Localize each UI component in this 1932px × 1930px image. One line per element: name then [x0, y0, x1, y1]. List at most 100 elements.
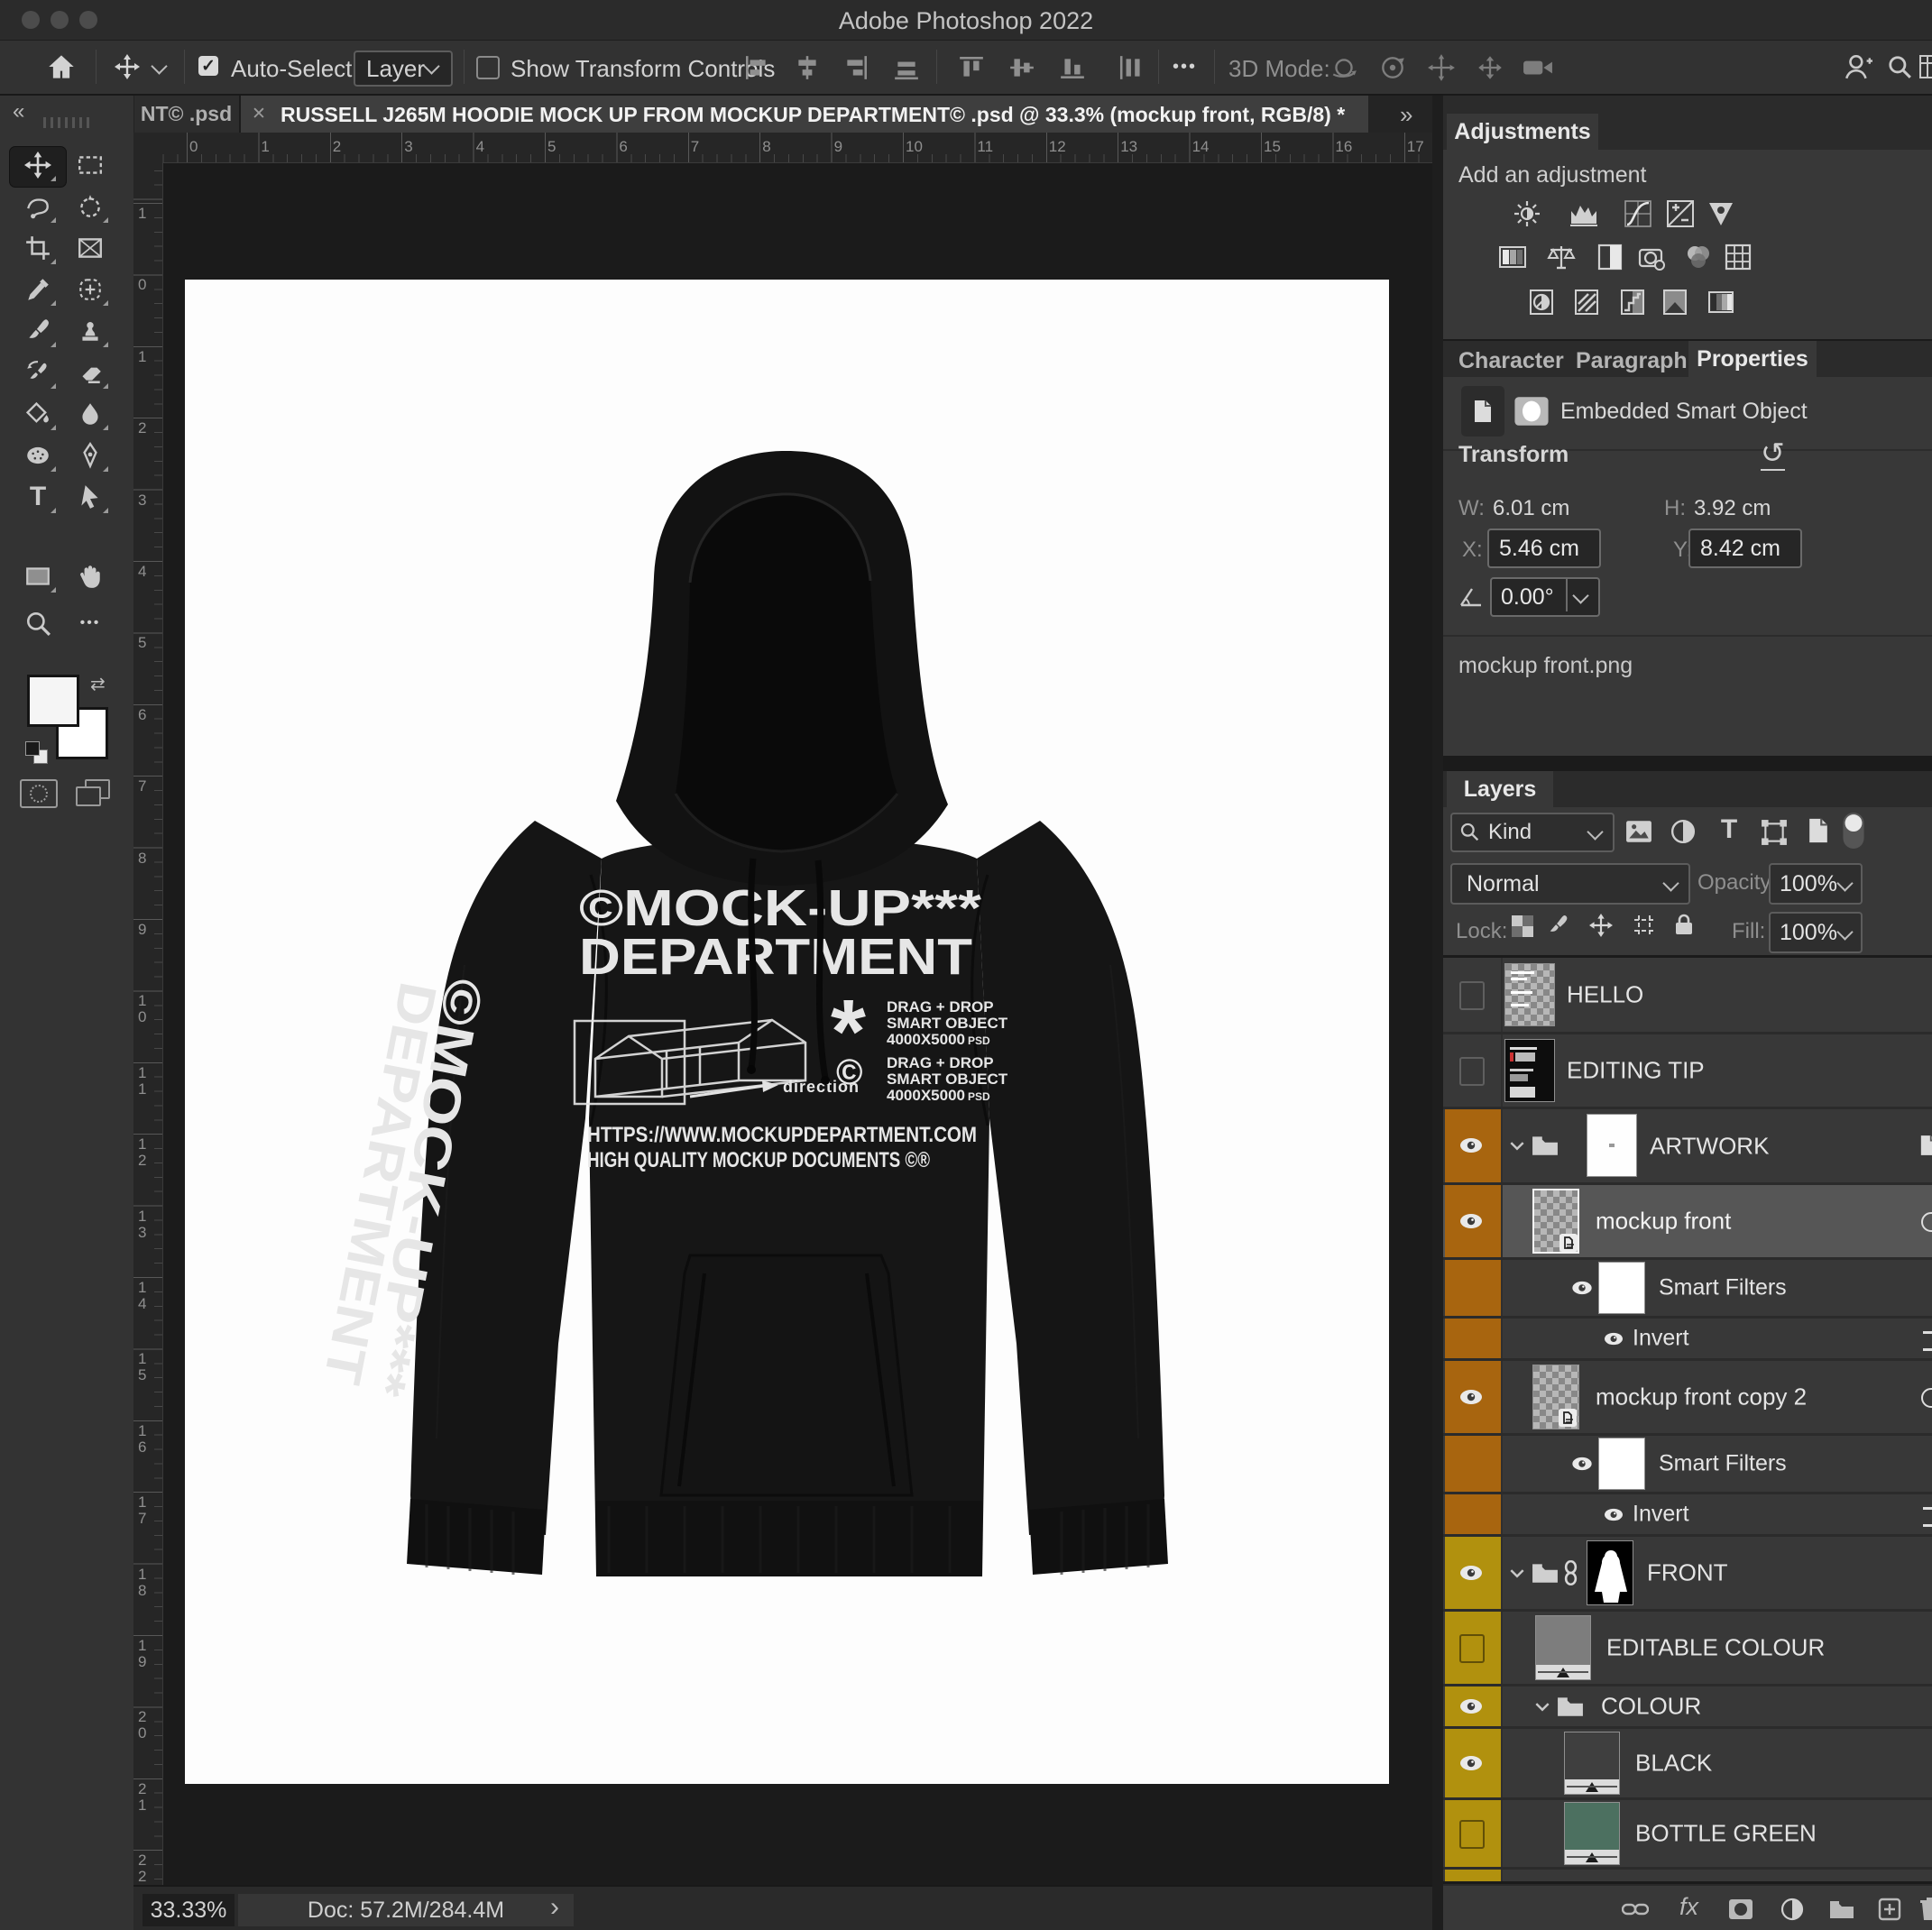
- ruler-corner[interactable]: [133, 133, 163, 163]
- tab-close-icon[interactable]: ✕: [252, 104, 266, 124]
- visibility-checkbox[interactable]: [1459, 1820, 1485, 1849]
- lasso-tool[interactable]: [18, 188, 58, 225]
- filter-smart-object-icon[interactable]: [1808, 817, 1829, 844]
- home-icon[interactable]: [47, 53, 76, 80]
- doc-info-chevron-icon[interactable]: ›: [550, 1892, 559, 1923]
- align-right-icon[interactable]: [842, 54, 869, 81]
- align-top-icon[interactable]: [958, 54, 985, 81]
- visibility-checkbox[interactable]: [1459, 981, 1485, 1010]
- rectangle-tool[interactable]: [18, 557, 58, 595]
- auto-select-value[interactable]: Layer: [366, 55, 425, 83]
- quick-select-tool[interactable]: [70, 188, 110, 225]
- filter-mask-thumbnail[interactable]: [1598, 1438, 1645, 1490]
- panel-gutter[interactable]: [1432, 96, 1443, 1930]
- ruler-left[interactable]: 1012345678910111213141516171819202122: [133, 162, 163, 1885]
- opacity-input[interactable]: 100%: [1769, 863, 1863, 905]
- smart-object-type-icon[interactable]: [1461, 386, 1504, 437]
- vibrance-adjustment-icon[interactable]: [1706, 198, 1736, 229]
- filter-image-icon[interactable]: [1625, 820, 1652, 843]
- tab-adjustments[interactable]: Adjustments: [1447, 114, 1598, 150]
- lock-pixels-icon[interactable]: [1546, 914, 1569, 937]
- foreground-color-swatch[interactable]: [27, 675, 79, 727]
- lock-artboard-icon[interactable]: [1633, 914, 1656, 937]
- group-chevron-down-icon[interactable]: [1535, 1703, 1550, 1712]
- visibility-eye-icon[interactable]: [1604, 1332, 1624, 1346]
- visibility-eye-icon[interactable]: [1571, 1457, 1593, 1471]
- path-select-tool[interactable]: [70, 478, 110, 516]
- layer-row-editable-colour[interactable]: EDITABLE COLOUR: [1443, 1612, 1932, 1686]
- blend-options-icon[interactable]: [1923, 1507, 1932, 1527]
- move-tool-icon[interactable]: [114, 54, 141, 79]
- color-balance-adjustment-icon[interactable]: [1546, 242, 1577, 272]
- pen-tool[interactable]: [70, 437, 110, 474]
- zoom-tool[interactable]: [18, 604, 58, 642]
- align-middle-icon[interactable]: [1008, 54, 1035, 81]
- quick-mask-icon[interactable]: [20, 779, 58, 808]
- eraser-tool[interactable]: [70, 354, 110, 391]
- layer-row-invert-2[interactable]: Invert: [1443, 1494, 1932, 1537]
- minimize-button[interactable]: [51, 11, 69, 29]
- align-bottom-icon[interactable]: [1059, 54, 1086, 81]
- selective-color-adjustment-icon[interactable]: [1706, 287, 1736, 317]
- layer-row-artwork-group[interactable]: ARTWORK: [1443, 1109, 1932, 1185]
- layer-row-colour-group[interactable]: COLOUR: [1443, 1686, 1932, 1729]
- dodge-sponge-tool[interactable]: [18, 437, 58, 474]
- photo-filter-adjustment-icon[interactable]: [1637, 242, 1668, 272]
- tab-background-document[interactable]: NT© .psd: [133, 96, 241, 133]
- visibility-eye-icon[interactable]: [1604, 1508, 1624, 1521]
- clipped-right-icon[interactable]: [1919, 1135, 1932, 1156]
- clipped-right-icon[interactable]: [1921, 1212, 1932, 1232]
- new-group-icon[interactable]: [1829, 1899, 1854, 1919]
- adjustment-thumbnail[interactable]: [1535, 1615, 1591, 1680]
- delete-layer-icon[interactable]: [1919, 1897, 1932, 1922]
- layer-filter-dropdown[interactable]: Kind: [1450, 813, 1615, 852]
- visibility-checkbox[interactable]: [1459, 1057, 1485, 1086]
- layer-thumbnail[interactable]: [1504, 963, 1555, 1026]
- blur-tool[interactable]: [70, 395, 110, 433]
- mask-thumbnail[interactable]: [1587, 1540, 1633, 1605]
- link-layers-icon[interactable]: [1622, 1902, 1649, 1916]
- visibility-eye-icon[interactable]: [1459, 1698, 1483, 1714]
- visibility-checkbox[interactable]: [1459, 1634, 1485, 1663]
- doc-info-field[interactable]: Doc: 57.2M/284.4M: [238, 1894, 574, 1926]
- tab-active-document[interactable]: ✕ RUSSELL J265M HOODIE MOCK UP FROM MOCK…: [241, 96, 1368, 133]
- tab-character[interactable]: Character: [1458, 348, 1564, 374]
- visibility-eye-icon[interactable]: [1459, 1565, 1483, 1581]
- add-adjustment-layer-icon[interactable]: [1780, 1898, 1804, 1921]
- threshold-adjustment-icon[interactable]: [1617, 287, 1648, 317]
- show-transform-checkbox[interactable]: [476, 56, 500, 79]
- distribute-v-icon[interactable]: [1118, 54, 1145, 81]
- angle-value[interactable]: 0.00°: [1501, 584, 1554, 611]
- hue-saturation-adjustment-icon[interactable]: [1497, 242, 1528, 272]
- visibility-eye-icon[interactable]: [1571, 1281, 1593, 1295]
- layer-row-mockup-front-copy-2[interactable]: mockup front copy 2: [1443, 1361, 1932, 1436]
- toolbar-more-button[interactable]: •••: [70, 604, 110, 642]
- filter-toggle[interactable]: [1842, 812, 1865, 850]
- tab-layers[interactable]: Layers: [1447, 771, 1553, 807]
- layer-row-bottle-green[interactable]: BOTTLE GREEN: [1443, 1800, 1932, 1870]
- crop-tool[interactable]: [18, 229, 58, 267]
- layer-row-front-group[interactable]: FRONT: [1443, 1537, 1932, 1612]
- blend-mode-dropdown[interactable]: Normal: [1450, 863, 1690, 905]
- visibility-eye-icon[interactable]: [1459, 1389, 1483, 1405]
- color-lookup-adjustment-icon[interactable]: [1723, 242, 1753, 272]
- maximize-button[interactable]: [79, 11, 97, 29]
- levels-adjustment-icon[interactable]: [1569, 198, 1599, 229]
- y-value[interactable]: 8.42 cm: [1700, 536, 1780, 562]
- auto-select-checkbox[interactable]: ✓: [198, 56, 218, 76]
- layer-row-smart-filters-2[interactable]: Smart Filters: [1443, 1436, 1932, 1494]
- 3d-camera-icon[interactable]: [1523, 55, 1553, 80]
- history-brush-tool[interactable]: [18, 354, 58, 391]
- filter-mask-thumbnail[interactable]: [1598, 1262, 1645, 1314]
- smart-object-thumbnail[interactable]: [1532, 1189, 1579, 1254]
- channel-mixer-adjustment-icon[interactable]: [1683, 242, 1714, 272]
- adjustment-thumbnail[interactable]: [1564, 1732, 1620, 1795]
- transform-reset-icon[interactable]: ↺: [1761, 437, 1785, 471]
- lock-position-icon[interactable]: [1589, 914, 1613, 937]
- layer-row-mockup-front[interactable]: mockup front: [1443, 1185, 1932, 1260]
- clipped-right-icon[interactable]: [1921, 1388, 1932, 1408]
- close-button[interactable]: [22, 11, 40, 29]
- visibility-eye-icon[interactable]: [1459, 1755, 1483, 1771]
- marquee-tool[interactable]: [70, 146, 110, 184]
- lock-transparency-icon[interactable]: [1512, 915, 1533, 937]
